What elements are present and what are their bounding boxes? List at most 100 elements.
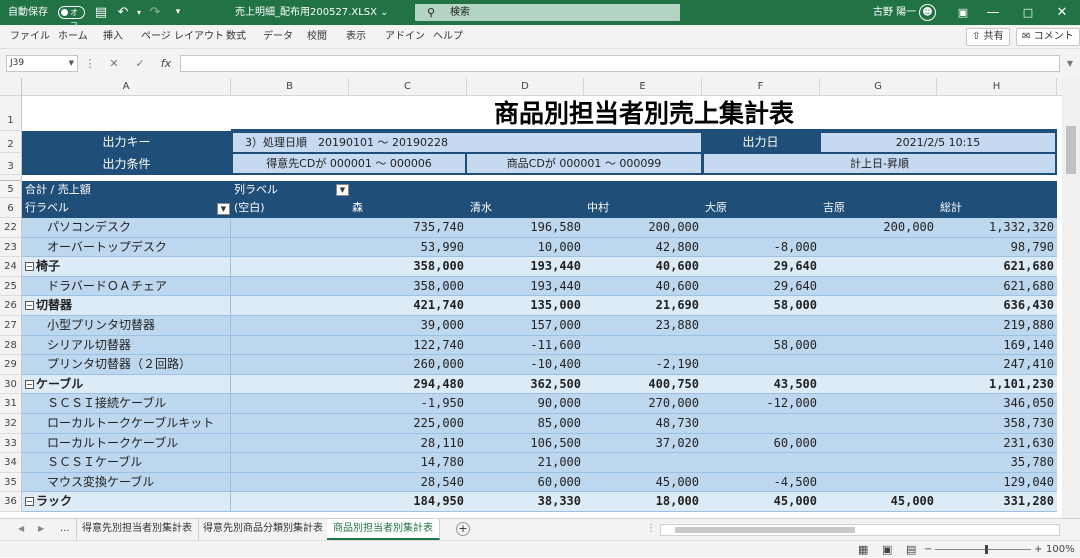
spreadsheet-grid[interactable]: A B C D E F G H 1 2 3 5 6 商品別担当者別売上集計表 出… bbox=[0, 78, 1062, 518]
row-header[interactable]: 27 bbox=[0, 316, 22, 336]
value-cell[interactable]: 21,000 bbox=[467, 453, 584, 473]
value-cell[interactable]: 346,050 bbox=[937, 394, 1057, 414]
avatar[interactable]: ☻ bbox=[919, 4, 936, 21]
value-cell[interactable] bbox=[820, 336, 937, 356]
item-row-label[interactable]: ローカルトークケーブル bbox=[22, 433, 231, 454]
value-cell[interactable] bbox=[702, 355, 820, 375]
row-header[interactable]: 33 bbox=[0, 433, 22, 454]
tab-customer-category[interactable]: 得意先別商品分類別集計表 bbox=[197, 519, 330, 540]
vertical-scrollbar[interactable] bbox=[1062, 78, 1080, 518]
value-cell[interactable]: 28,540 bbox=[349, 473, 467, 493]
value-cell[interactable] bbox=[702, 414, 820, 434]
item-row-label[interactable]: プリンタ切替器（２回路） bbox=[22, 355, 231, 375]
value-cell[interactable] bbox=[820, 277, 937, 297]
value-cell[interactable]: 29,640 bbox=[702, 277, 820, 297]
row-header[interactable]: 26 bbox=[0, 296, 22, 316]
group-row-label[interactable]: − ケーブル bbox=[22, 374, 231, 395]
insert-function-icon[interactable]: fx bbox=[157, 55, 175, 72]
value-cell[interactable] bbox=[231, 434, 349, 454]
value-cell[interactable] bbox=[820, 434, 937, 454]
value-cell[interactable]: 45,000 bbox=[820, 492, 937, 512]
value-cell[interactable]: 1,332,320 bbox=[937, 218, 1057, 238]
column-header-d[interactable]: D bbox=[467, 78, 584, 96]
value-cell[interactable]: 28,110 bbox=[349, 434, 467, 454]
value-cell[interactable]: 358,000 bbox=[349, 257, 467, 277]
value-cell[interactable]: 23,880 bbox=[584, 316, 702, 336]
cancel-icon[interactable]: ✕ bbox=[106, 55, 122, 72]
row-filter-icon[interactable]: ▼ bbox=[217, 203, 230, 215]
page-break-view-icon[interactable]: ▤ bbox=[906, 541, 916, 558]
value-cell[interactable]: 219,880 bbox=[937, 316, 1057, 336]
value-cell[interactable] bbox=[820, 453, 937, 473]
value-cell[interactable]: 270,000 bbox=[584, 394, 702, 414]
column-header-e[interactable]: E bbox=[584, 78, 702, 96]
value-cell[interactable]: 39,000 bbox=[349, 316, 467, 336]
item-row-label[interactable]: オーバートップデスク bbox=[22, 237, 231, 258]
menu-view[interactable]: 表示 bbox=[346, 25, 366, 49]
value-cell[interactable] bbox=[231, 375, 349, 395]
value-cell[interactable]: -10,400 bbox=[467, 355, 584, 375]
value-cell[interactable]: 48,730 bbox=[584, 414, 702, 434]
tab-ellipsis[interactable]: ... bbox=[54, 519, 77, 540]
value-cell[interactable]: 40,600 bbox=[584, 257, 702, 277]
item-row-label[interactable]: パソコンデスク bbox=[22, 218, 231, 238]
output-key-value[interactable]: 3）処理日順 20190101 〜 20190228 bbox=[233, 133, 701, 152]
value-cell[interactable]: 35,780 bbox=[937, 453, 1057, 473]
menu-data[interactable]: データ bbox=[263, 25, 293, 49]
value-cell[interactable]: 40,600 bbox=[584, 277, 702, 297]
row-header[interactable]: 29 bbox=[0, 355, 22, 375]
row-header[interactable]: 31 bbox=[0, 394, 22, 414]
menu-help[interactable]: ヘルプ bbox=[433, 25, 463, 49]
column-header-g[interactable]: G bbox=[820, 78, 937, 96]
item-row-label[interactable]: 小型プリンタ切替器 bbox=[22, 316, 231, 336]
value-cell[interactable] bbox=[231, 277, 349, 297]
value-cell[interactable]: -11,600 bbox=[467, 336, 584, 356]
item-row-label[interactable]: ドラバードＯＡチェア bbox=[22, 276, 231, 297]
tab-product-staff[interactable]: 商品別担当者別集計表 bbox=[327, 519, 440, 540]
value-cell[interactable]: 85,000 bbox=[467, 414, 584, 434]
item-row-label[interactable]: ローカルトークケーブルキット bbox=[22, 414, 231, 434]
row-header[interactable]: 32 bbox=[0, 414, 22, 434]
value-cell[interactable]: 358,000 bbox=[349, 277, 467, 297]
menu-home[interactable]: ホーム bbox=[58, 25, 88, 49]
menu-addins[interactable]: アドイン bbox=[385, 25, 425, 49]
user-name[interactable]: 古野 陽一 bbox=[873, 0, 916, 25]
row-header[interactable]: 5 bbox=[0, 181, 22, 198]
value-cell[interactable]: 260,000 bbox=[349, 355, 467, 375]
value-cell[interactable] bbox=[231, 473, 349, 493]
menu-file[interactable]: ファイル bbox=[10, 25, 50, 49]
undo-icon[interactable]: ↶ bbox=[114, 0, 132, 25]
value-cell[interactable]: 247,410 bbox=[937, 355, 1057, 375]
row-header[interactable]: 24 bbox=[0, 257, 22, 277]
value-cell[interactable]: -2,190 bbox=[584, 355, 702, 375]
value-cell[interactable]: 90,000 bbox=[467, 394, 584, 414]
value-cell[interactable] bbox=[820, 257, 937, 277]
value-cell[interactable]: 10,000 bbox=[467, 238, 584, 258]
column-header-b[interactable]: B bbox=[231, 78, 349, 96]
value-cell[interactable]: 200,000 bbox=[584, 218, 702, 238]
value-cell[interactable] bbox=[820, 238, 937, 258]
menu-insert[interactable]: 挿入 bbox=[103, 25, 123, 49]
value-cell[interactable]: 135,000 bbox=[467, 296, 584, 316]
value-cell[interactable] bbox=[584, 453, 702, 473]
value-cell[interactable]: 42,800 bbox=[584, 238, 702, 258]
value-cell[interactable] bbox=[820, 296, 937, 316]
file-title[interactable]: 売上明細_配布用200527.XLSX ⌄ bbox=[235, 0, 389, 25]
value-cell[interactable]: 58,000 bbox=[702, 336, 820, 356]
value-cell[interactable]: 1,101,230 bbox=[937, 375, 1057, 395]
expand-formula-icon[interactable]: ▼ bbox=[1064, 55, 1076, 72]
ribbon-display-icon[interactable]: ▣ bbox=[955, 0, 971, 25]
value-cell[interactable]: 331,280 bbox=[937, 492, 1057, 512]
normal-view-icon[interactable]: ▦ bbox=[858, 541, 868, 558]
row-header[interactable]: 22 bbox=[0, 218, 22, 238]
value-cell[interactable] bbox=[702, 316, 820, 336]
value-cell[interactable] bbox=[231, 414, 349, 434]
column-header-a[interactable]: A bbox=[22, 78, 231, 96]
value-cell[interactable]: 200,000 bbox=[820, 218, 937, 238]
save-icon[interactable]: ▤ bbox=[92, 0, 110, 25]
value-cell[interactable] bbox=[820, 473, 937, 493]
value-cell[interactable]: 37,020 bbox=[584, 434, 702, 454]
row-header[interactable]: 3 bbox=[0, 153, 22, 175]
value-cell[interactable]: 184,950 bbox=[349, 492, 467, 512]
item-row-label[interactable]: シリアル切替器 bbox=[22, 335, 231, 356]
